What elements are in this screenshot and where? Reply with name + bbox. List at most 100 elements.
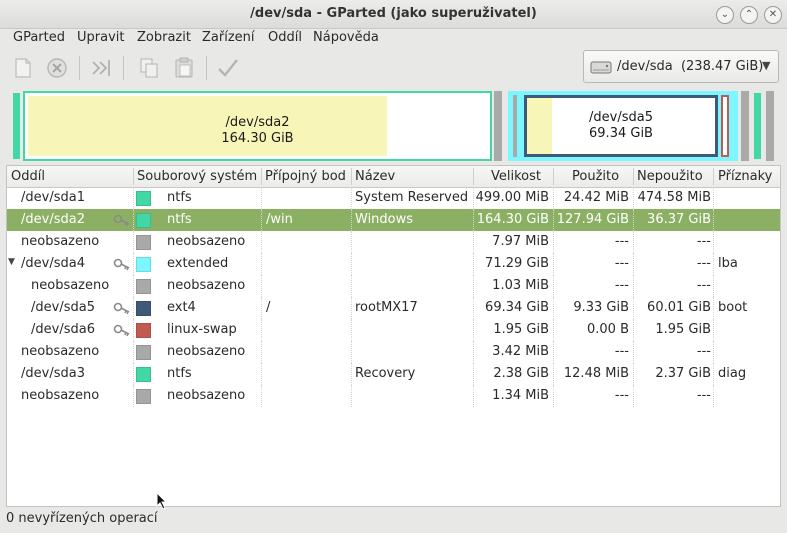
partition-label: System Reserved xyxy=(355,190,469,205)
partition-name: /dev/sda4 xyxy=(21,256,85,271)
column-divider xyxy=(351,253,352,275)
used: 0.00 B xyxy=(587,322,629,337)
column-divider xyxy=(633,297,634,319)
new-icon[interactable] xyxy=(11,56,35,80)
column-header-size[interactable]: Velikost xyxy=(491,169,541,184)
table-row[interactable]: neobsazeno neobsazeno 1.03 MiB --- --- xyxy=(7,275,780,297)
column-header-mountpoint[interactable]: Přípojný bod xyxy=(265,169,346,184)
column-header-flags[interactable]: Příznaky xyxy=(718,169,772,184)
used: 127.94 GiB xyxy=(556,212,629,227)
device-selector[interactable]: /dev/sda (238.47 GiB) ▼ xyxy=(583,50,779,83)
size: 3.42 MiB xyxy=(492,344,549,359)
unused: 474.58 MiB xyxy=(637,190,711,205)
column-divider xyxy=(261,297,262,319)
column-divider xyxy=(133,275,134,297)
resize-move-icon[interactable] xyxy=(89,56,113,80)
column-divider xyxy=(351,209,352,231)
column-header-partition[interactable]: Oddíl xyxy=(11,169,45,184)
window-title: /dev/sda - GParted (jako superuživatel) xyxy=(250,6,537,21)
map-segment-sda1[interactable] xyxy=(11,91,22,161)
column-divider xyxy=(473,209,474,231)
size: 164.30 GiB xyxy=(476,212,549,227)
filesystem: neobsazeno xyxy=(167,344,246,359)
column-divider xyxy=(133,209,134,231)
map-segment-extended[interactable]: /dev/sda5 69.34 GiB xyxy=(508,91,738,161)
map-segment-sda6[interactable] xyxy=(721,95,729,157)
used: 24.42 MiB xyxy=(563,190,629,205)
menu-help[interactable]: Nápověda xyxy=(313,30,379,45)
close-button[interactable]: ✕ xyxy=(764,6,782,24)
paste-icon[interactable] xyxy=(172,56,196,80)
menu-device[interactable]: Zařízení xyxy=(202,30,255,45)
column-divider xyxy=(473,253,474,275)
column-header-label[interactable]: Název xyxy=(355,169,395,184)
table-row[interactable]: /dev/sda2 ntfs/win Windows 164.30 GiB 127.94… xyxy=(7,209,780,231)
filesystem: neobsazeno xyxy=(167,278,246,293)
partition-name: /dev/sda6 xyxy=(31,322,95,337)
column-divider xyxy=(351,275,352,297)
map-segment-sda3[interactable] xyxy=(752,91,763,161)
table-row[interactable]: /dev/sda1 ntfs System Reserved 499.00 MiB 24… xyxy=(7,187,780,209)
map-segment-unallocated[interactable] xyxy=(741,91,749,161)
filesystem-color-swatch xyxy=(136,235,151,250)
column-divider xyxy=(133,363,134,385)
filesystem: ntfs xyxy=(167,190,192,205)
column-divider xyxy=(633,253,634,275)
column-divider xyxy=(553,297,554,319)
column-divider xyxy=(133,253,134,275)
menu-bar: GParted Upravit Zobrazit Zařízení Oddíl … xyxy=(0,28,787,48)
table-row[interactable]: /dev/sda5 ext4 / rootMX17 69.34 GiB 9.33 GiB 6… xyxy=(7,297,780,319)
column-divider xyxy=(261,341,262,363)
table-row[interactable]: neobsazeno neobsazeno 7.97 MiB --- --- xyxy=(7,231,780,253)
toolbar-separator xyxy=(206,56,207,80)
column-divider xyxy=(553,209,554,231)
size: 1.34 MiB xyxy=(492,388,549,403)
menu-edit[interactable]: Upravit xyxy=(77,30,124,45)
map-segment-unallocated[interactable] xyxy=(766,91,774,161)
column-divider xyxy=(351,363,352,385)
unused: 60.01 GiB xyxy=(647,300,711,315)
column-divider xyxy=(633,231,634,253)
expander-arrow-icon[interactable]: ▼ xyxy=(8,257,15,267)
table-row[interactable]: neobsazeno neobsazeno 1.34 MiB --- --- xyxy=(7,385,780,407)
menu-gparted[interactable]: GParted xyxy=(13,30,65,45)
copy-icon[interactable] xyxy=(137,56,161,80)
filesystem-color-swatch xyxy=(136,213,151,228)
partition-label: Windows xyxy=(355,212,414,227)
filesystem: neobsazeno xyxy=(167,388,246,403)
column-divider xyxy=(473,187,474,209)
column-divider xyxy=(261,319,262,341)
map-segment-unallocated[interactable] xyxy=(494,91,502,161)
maximize-button[interactable]: ⌃ xyxy=(740,6,758,24)
column-divider xyxy=(713,363,714,385)
column-divider xyxy=(133,319,134,341)
table-row[interactable]: /dev/sda6 linux-swap 1.95 GiB 0.00 B 1.95 Gi… xyxy=(7,319,780,341)
table-row[interactable]: /dev/sda3 ntfs Recovery 2.38 GiB 12.48 MiB 2.… xyxy=(7,363,780,385)
column-divider xyxy=(633,209,634,231)
column-divider xyxy=(133,341,134,363)
toolbar-separator xyxy=(79,56,80,80)
column-header-filesystem[interactable]: Souborový systém xyxy=(137,169,257,184)
column-header-unused[interactable]: Nepoužito xyxy=(637,169,703,184)
column-divider xyxy=(133,231,134,253)
column-divider xyxy=(261,231,262,253)
partition-name: /dev/sda3 xyxy=(21,366,85,381)
table-row[interactable]: neobsazeno neobsazeno 3.42 MiB --- --- xyxy=(7,341,780,363)
map-segment-sda2[interactable]: /dev/sda2 164.30 GiB xyxy=(23,91,492,161)
menu-view[interactable]: Zobrazit xyxy=(137,30,191,45)
used: 9.33 GiB xyxy=(573,300,629,315)
minimize-button[interactable]: ⌄ xyxy=(716,6,734,24)
map-segment-sda5[interactable]: /dev/sda5 69.34 GiB xyxy=(524,95,718,157)
partition-name: neobsazeno xyxy=(21,344,100,359)
used: 12.48 MiB xyxy=(563,366,629,381)
delete-icon[interactable] xyxy=(45,56,69,80)
apply-icon[interactable] xyxy=(216,56,240,80)
column-divider xyxy=(261,209,262,231)
filesystem-color-swatch xyxy=(136,257,151,272)
column-header-used[interactable]: Použito xyxy=(572,169,619,184)
column-divider xyxy=(713,209,714,231)
menu-partition[interactable]: Oddíl xyxy=(268,30,302,45)
table-row[interactable]: ▼ /dev/sda4 extended 71.29 GiB --- --- lba xyxy=(7,253,780,275)
unused: 2.37 GiB xyxy=(655,366,711,381)
filesystem-color-swatch xyxy=(136,367,151,382)
